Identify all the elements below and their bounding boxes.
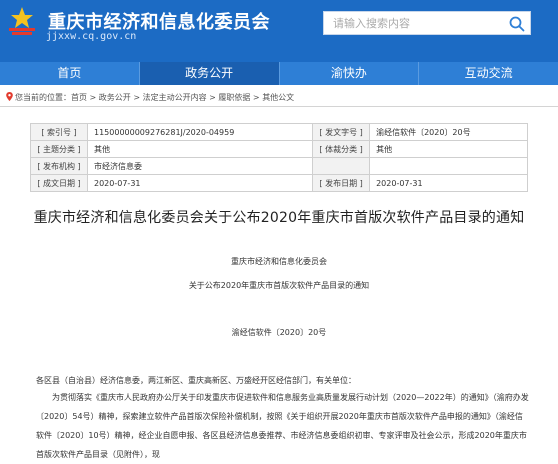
site-url: jjxxw.cq.gov.cn <box>46 31 137 42</box>
empty-cell <box>312 157 371 175</box>
nav-item-home[interactable]: 首页 <box>0 62 140 85</box>
genre-category-value: 其他 <box>369 140 528 158</box>
topic-category-value: 其他 <box>86 140 314 158</box>
publishing-agency-label: [ 发布机构 ] <box>30 157 88 175</box>
breadcrumb-separator: > <box>206 93 219 102</box>
index-number-value: 11500000009276281J/2020-04959 <box>86 123 314 141</box>
topic-category-label: [ 主题分类 ] <box>30 140 88 158</box>
article-issuer: 重庆市经济和信息化委员会 <box>231 257 327 266</box>
breadcrumb-separator: > <box>130 93 143 102</box>
main-nav: 首页 政务公开 渝快办 互动交流 <box>0 62 558 85</box>
article-title: 重庆市经济和信息化委员会关于公布2020年重庆市首版次软件产品目录的通知 <box>33 210 525 226</box>
nav-item-yukuaiban[interactable]: 渝快办 <box>280 62 420 85</box>
breadcrumb-duty-basis[interactable]: 履职依据 <box>218 93 250 102</box>
nav-item-government-affairs[interactable]: 政务公开 <box>139 62 280 85</box>
publish-date-label: [ 发布日期 ] <box>312 174 371 192</box>
document-number-label: [ 发文字号 ] <box>312 123 371 141</box>
publish-date-value: 2020-07-31 <box>369 174 528 192</box>
written-date-label: [ 成文日期 ] <box>30 174 88 192</box>
publishing-agency-value: 市经济信息委 <box>86 157 314 175</box>
empty-cell <box>369 157 528 175</box>
site-header: 重庆市经济和信息化委员会 jjxxw.cq.gov.cn <box>0 0 558 62</box>
emblem-icon <box>9 7 35 35</box>
breadcrumb-other-documents[interactable]: 其他公文 <box>262 93 294 102</box>
breadcrumb-separator: > <box>250 93 263 102</box>
table-row: [ 主题分类 ] 其他 [ 体裁分类 ] 其他 <box>30 140 528 158</box>
article-doc-number: 渝经信软件〔2020〕20号 <box>231 328 327 337</box>
article-body: 为贯彻落实《重庆市人民政府办公厅关于印发重庆市促进软件和信息服务业高质量发展行动… <box>36 393 529 459</box>
search-box <box>323 11 531 35</box>
breadcrumb-prefix: 您当前的位置： <box>15 93 71 102</box>
breadcrumb-home[interactable]: 首页 <box>71 93 87 102</box>
search-input[interactable] <box>324 12 504 34</box>
search-icon[interactable] <box>508 15 526 33</box>
breadcrumb-separator: > <box>87 93 99 102</box>
breadcrumb-government-affairs[interactable]: 政务公开 <box>99 93 131 102</box>
document-number-value: 渝经信软件〔2020〕20号 <box>369 123 528 141</box>
document-info-table: [ 索引号 ] 11500000009276281J/2020-04959 [ … <box>30 123 528 192</box>
divider <box>0 106 558 107</box>
table-row: [ 成文日期 ] 2020-07-31 [ 发布日期 ] 2020-07-31 <box>30 174 528 192</box>
article-subtitle: 关于公布2020年重庆市首版次软件产品目录的通知 <box>188 281 370 290</box>
breadcrumb-statutory-disclosure[interactable]: 法定主动公开内容 <box>143 93 207 102</box>
table-row: [ 索引号 ] 11500000009276281J/2020-04959 [ … <box>30 123 528 141</box>
table-row: [ 发布机构 ] 市经济信息委 <box>30 157 528 175</box>
index-number-label: [ 索引号 ] <box>30 123 88 141</box>
location-pin-icon <box>6 92 13 101</box>
genre-category-label: [ 体裁分类 ] <box>312 140 371 158</box>
written-date-value: 2020-07-31 <box>86 174 314 192</box>
breadcrumb: 您当前的位置：首页 > 政务公开 > 法定主动公开内容 > 履职依据 > 其他公… <box>6 92 294 103</box>
nav-item-interaction[interactable]: 互动交流 <box>419 62 558 85</box>
